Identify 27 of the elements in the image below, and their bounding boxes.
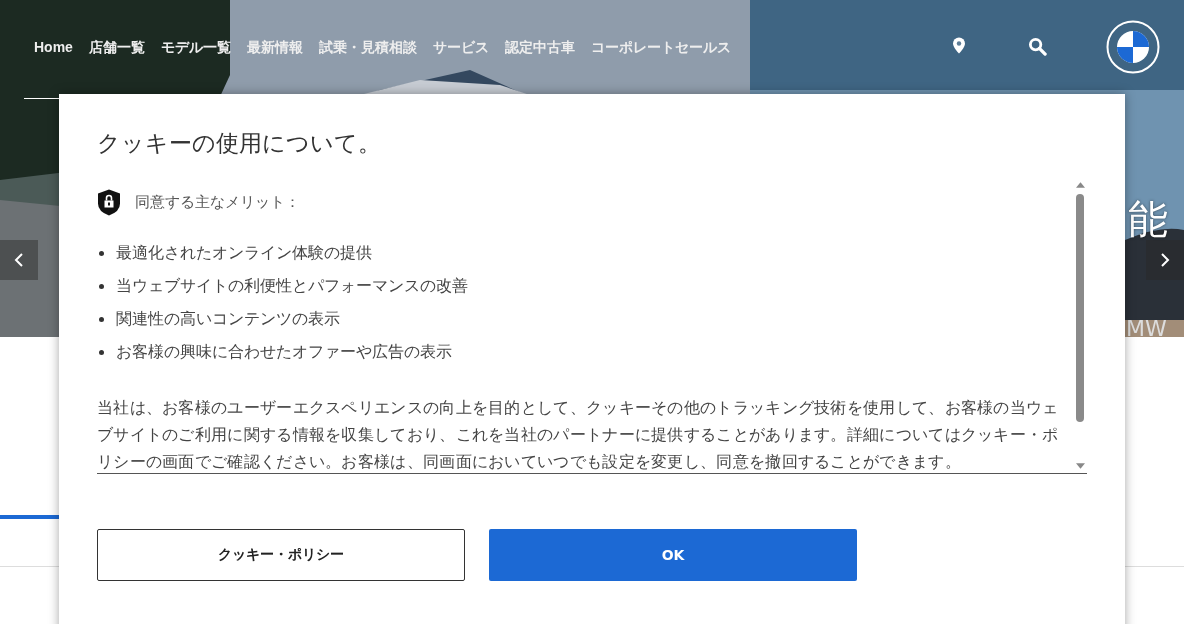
previous-arrow-button[interactable] — [0, 240, 38, 280]
nav-link[interactable]: Home — [34, 38, 73, 56]
bullet-dot-icon — [99, 284, 104, 289]
roundel-logo-icon[interactable] — [1106, 20, 1160, 74]
dialog-title: クッキーの使用について。 — [97, 129, 382, 158]
hero-headline: 能 — [1128, 195, 1168, 243]
chevron-left-icon — [14, 252, 24, 268]
benefit-item: 関連性の高いコンテンツの表示 — [116, 309, 340, 330]
benefits-heading: 同意する主なメリット： — [135, 193, 300, 212]
benefit-item: 最適化されたオンライン体験の提供 — [116, 243, 372, 264]
bullet-dot-icon — [99, 350, 104, 355]
benefit-item: 当ウェブサイトの利便性とパフォーマンスの改善 — [116, 276, 468, 297]
benefit-item: お客様の興味に合わせたオファーや広告の表示 — [116, 342, 452, 363]
nav-link[interactable]: 店舗一覧 — [88, 38, 145, 56]
hero-caption: MW — [1126, 318, 1167, 340]
shield-lock-icon — [97, 188, 121, 217]
bullet-dot-icon — [99, 317, 104, 322]
ok-button[interactable]: OK — [489, 529, 857, 581]
location-pin-icon[interactable] — [953, 37, 965, 54]
scroll-down-icon[interactable] — [1075, 463, 1085, 469]
cookie-policy-button[interactable]: クッキー・ポリシー — [97, 529, 465, 581]
next-arrow-button[interactable] — [1146, 240, 1184, 280]
search-icon[interactable] — [1028, 37, 1047, 56]
chevron-right-icon — [1160, 252, 1170, 268]
bullet-dot-icon — [99, 251, 104, 256]
consent-paragraph: 当社は、お客様のユーザーエクスペリエンスの向上を目的として、クッキーその他のトラッキング技術を使用して、お客様の当ウェブサイトのご利用に関する情報を収集しており、これを当社のパートナーに提供することがあります。詳細についてはクッキー・ポリシーの画面でご確認ください。お客様は、同画面においていつでも設定を変更し、同意を撤回することができます。 — [97, 398, 1060, 473]
scroll-up-icon[interactable] — [1075, 182, 1085, 188]
